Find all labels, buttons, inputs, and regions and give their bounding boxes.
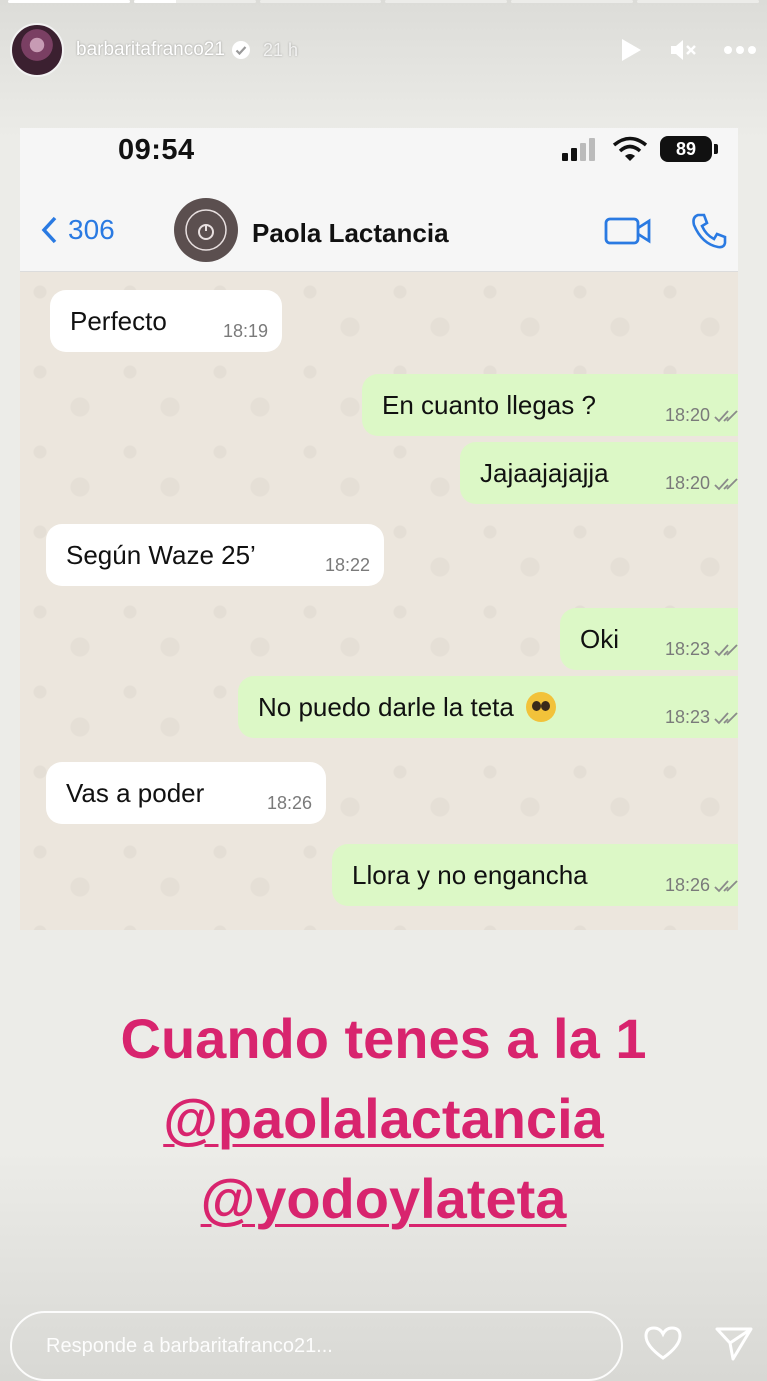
battery-indicator: 89 bbox=[660, 136, 712, 162]
message-bubble: Vas a poder 18:26 bbox=[46, 762, 326, 824]
avatar[interactable] bbox=[10, 23, 64, 77]
signal-icon bbox=[562, 138, 595, 161]
status-time: 09:54 bbox=[118, 134, 195, 166]
progress-segment bbox=[259, 0, 382, 3]
message-text: En cuanto llegas ? bbox=[382, 389, 596, 420]
verified-badge-icon bbox=[231, 41, 250, 59]
double-check-icon bbox=[714, 711, 738, 724]
send-icon[interactable] bbox=[715, 1325, 753, 1361]
play-icon[interactable] bbox=[619, 37, 643, 63]
reply-placeholder: Responde a barbaritafranco21... bbox=[46, 1334, 333, 1357]
double-check-icon bbox=[714, 643, 738, 656]
chevron-left-icon bbox=[41, 216, 57, 244]
message-bubble: Oki 18:23 bbox=[560, 608, 738, 670]
mention-link[interactable]: @yodoylateta bbox=[0, 1166, 767, 1231]
message-bubble: No puedo darle la teta 18:23 bbox=[238, 676, 738, 738]
message-bubble: Perfecto 18:19 bbox=[50, 290, 282, 352]
battery-tip bbox=[714, 144, 718, 154]
username[interactable]: barbaritafranco21 bbox=[76, 39, 225, 61]
message-bubble: En cuanto llegas ? 18:20 bbox=[362, 374, 738, 436]
story-view: barbaritafranco21 21 h 09:54 89 306 Paol… bbox=[0, 0, 767, 1381]
message-time: 18:26 bbox=[266, 793, 312, 813]
contact-name[interactable]: Paola Lactancia bbox=[252, 218, 449, 249]
message-text: Vas a poder bbox=[66, 777, 205, 808]
caption-line: Cuando tenes a la 1 bbox=[120, 1007, 647, 1070]
back-button[interactable]: 306 bbox=[40, 214, 115, 246]
message-time: 18:20 bbox=[664, 473, 710, 493]
message-time: 18:22 bbox=[324, 555, 370, 575]
progress-segment bbox=[511, 0, 634, 3]
double-check-icon bbox=[714, 879, 738, 892]
wifi-icon bbox=[612, 136, 648, 161]
message-bubble: Según Waze 25’ 18:22 bbox=[46, 524, 384, 586]
chat-area: Perfecto 18:19 En cuanto llegas ? 18:20 … bbox=[20, 272, 738, 930]
progress-segment bbox=[637, 0, 759, 3]
more-icon[interactable] bbox=[723, 45, 757, 55]
story-progress bbox=[8, 0, 759, 4]
message-text: No puedo darle la teta bbox=[258, 691, 514, 722]
contact-logo-icon bbox=[185, 209, 227, 251]
message-text: Perfecto bbox=[70, 305, 167, 336]
heart-icon[interactable] bbox=[643, 1325, 683, 1361]
message-bubble: Jajaajajajja 18:20 bbox=[460, 442, 738, 504]
progress-segment bbox=[8, 0, 130, 3]
phone-call-icon[interactable] bbox=[690, 212, 728, 250]
message-time: 18:19 bbox=[222, 321, 268, 341]
back-count: 306 bbox=[68, 214, 115, 245]
double-check-icon bbox=[714, 409, 738, 422]
time-ago: 21 h bbox=[262, 39, 298, 60]
message-time: 18:20 bbox=[664, 405, 710, 425]
contact-avatar[interactable] bbox=[174, 198, 238, 262]
pleading-face-emoji-icon bbox=[525, 692, 556, 722]
mention-link[interactable]: @paolalactancia bbox=[0, 1086, 767, 1151]
message-text: Llora y no engancha bbox=[352, 859, 588, 890]
message-time: 18:23 bbox=[664, 707, 710, 727]
double-check-icon bbox=[714, 477, 738, 490]
message-text: Oki bbox=[580, 623, 619, 654]
message-bubble: Llora y no engancha 18:26 bbox=[332, 844, 738, 906]
progress-segment bbox=[133, 0, 256, 3]
chat-header: 306 Paola Lactancia bbox=[20, 188, 738, 272]
story-header: barbaritafranco21 21 h bbox=[10, 22, 757, 78]
progress-segment bbox=[385, 0, 508, 3]
message-time: 18:23 bbox=[664, 639, 710, 659]
reply-input[interactable]: Responde a barbaritafranco21... bbox=[10, 1311, 623, 1381]
message-text: Jajaajajajja bbox=[480, 457, 609, 488]
ios-status-bar: 09:54 89 bbox=[20, 128, 738, 188]
mute-icon[interactable] bbox=[669, 37, 697, 63]
video-call-icon[interactable] bbox=[604, 215, 652, 247]
chat-screenshot: 09:54 89 306 Paola Lactancia Perfecto 18… bbox=[20, 128, 738, 930]
message-time: 18:26 bbox=[664, 875, 710, 895]
message-text: Según Waze 25’ bbox=[66, 539, 256, 570]
